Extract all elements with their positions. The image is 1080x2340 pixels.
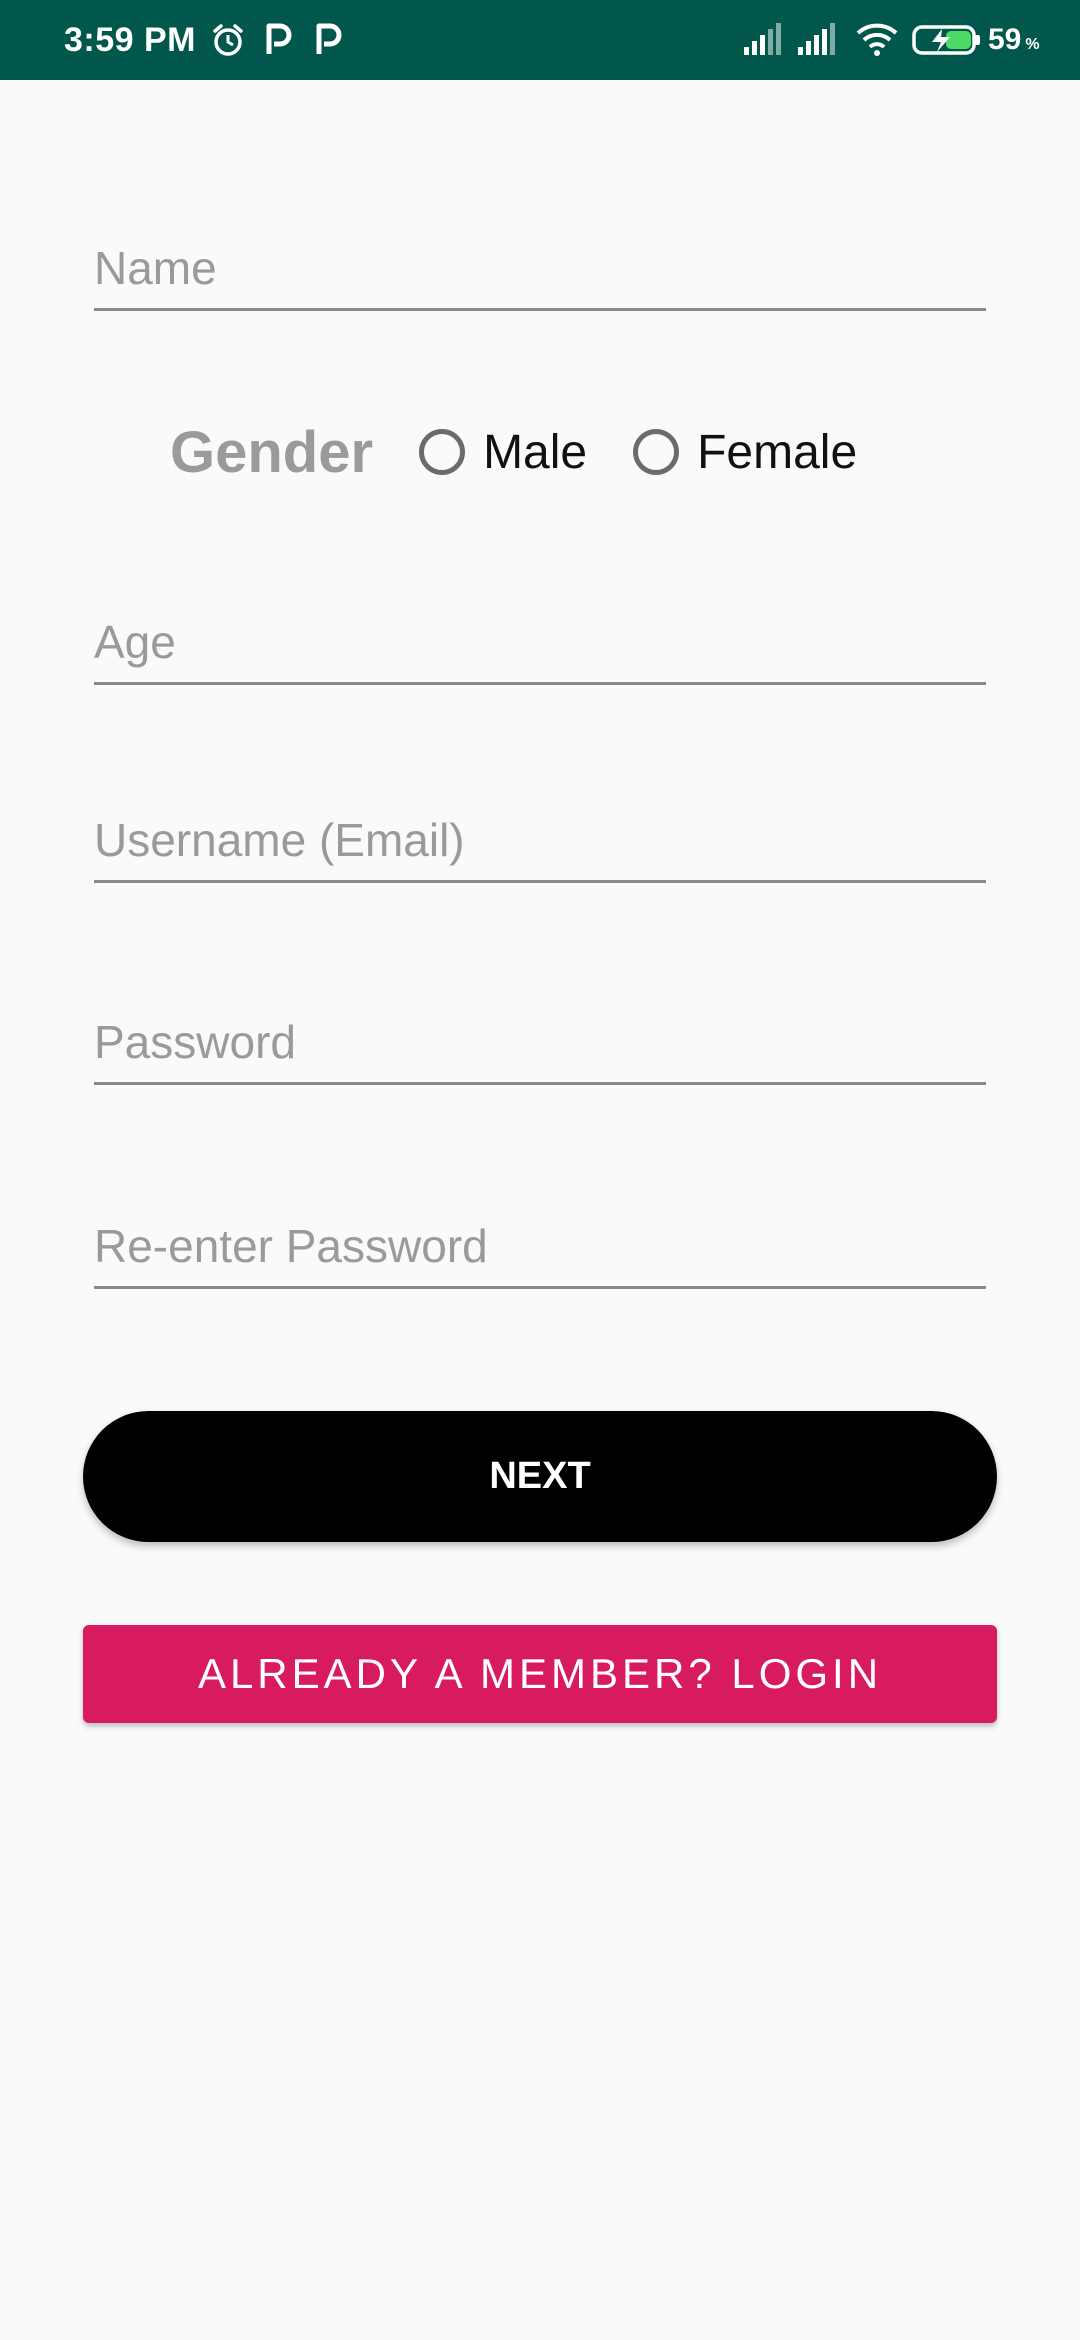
gender-label: Gender [170,419,374,485]
gender-option-label: Male [483,425,588,479]
gender-group: Gender Male Female [170,412,903,492]
gender-option-male[interactable]: Male [419,425,587,480]
reenter-password-placeholder: Re-enter Password [94,1220,488,1272]
cellular-signal-icon [742,0,782,80]
alarm-icon [210,0,246,80]
battery-percentage-unit: % [1025,36,1040,53]
username-email-field[interactable]: Username (Email) [94,812,986,883]
radio-unchecked-icon[interactable] [633,429,680,475]
reenter-password-field[interactable]: Re-enter Password [94,1218,986,1289]
parking-icon [264,0,294,80]
gender-option-label: Female [697,425,858,479]
password-placeholder: Password [94,1016,296,1068]
login-button[interactable]: ALREADY A MEMBER? LOGIN [83,1625,997,1723]
age-field[interactable]: Age [94,614,986,685]
age-placeholder: Age [94,616,176,668]
parking-icon [314,0,344,80]
cellular-signal-icon [796,0,836,80]
gender-option-female[interactable]: Female [633,425,857,480]
battery-percentage: 59% [988,0,1040,80]
name-field[interactable]: Name [94,240,986,311]
name-placeholder: Name [94,242,217,294]
next-button[interactable]: NEXT [83,1411,997,1542]
status-bar: 3:59 PM 59 % [0,0,1080,80]
battery-charging-icon [912,0,982,80]
password-field[interactable]: Password [94,1014,986,1085]
wifi-icon [856,0,898,80]
status-time: 3:59 PM [64,21,196,59]
battery-percentage-value: 59 [988,23,1022,56]
radio-unchecked-icon[interactable] [419,429,466,475]
username-email-placeholder: Username (Email) [94,814,465,866]
